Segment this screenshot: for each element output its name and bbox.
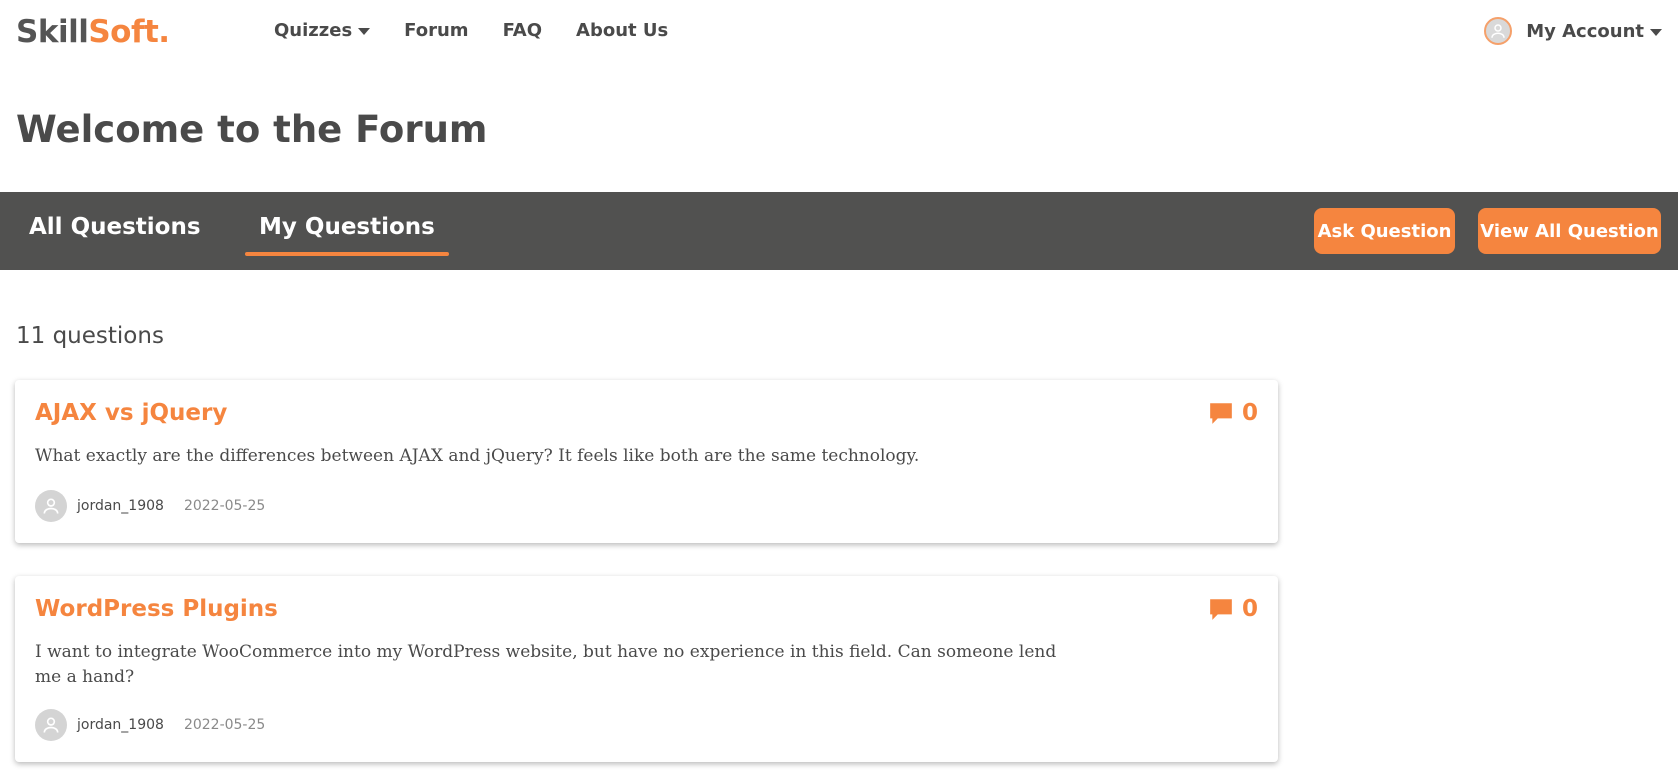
question-card[interactable]: WordPress Plugins 0 I want to integrate … <box>15 576 1278 762</box>
page-title: Welcome to the Forum <box>16 108 488 151</box>
question-meta: jordan_1908 2022-05-25 <box>35 490 265 522</box>
nav-item-forum[interactable]: Forum <box>404 20 468 41</box>
nav-item-label: FAQ <box>502 20 543 41</box>
author-avatar-icon <box>35 490 67 522</box>
tab-my-questions[interactable]: My Questions <box>245 214 449 256</box>
comment-count-value: 0 <box>1241 400 1258 426</box>
nav-item-label: Forum <box>404 20 469 41</box>
comment-count-value: 0 <box>1241 596 1258 622</box>
question-date: 2022-05-25 <box>183 717 266 733</box>
question-title[interactable]: AJAX vs jQuery <box>35 400 227 426</box>
question-title[interactable]: WordPress Plugins <box>35 596 278 622</box>
question-count: 11 questions <box>16 323 164 349</box>
comment-count: 0 <box>1208 596 1258 622</box>
author-username[interactable]: jordan_1908 <box>77 717 164 733</box>
question-body: I want to integrate WooCommerce into my … <box>35 642 1057 687</box>
comment-icon <box>1210 403 1232 424</box>
tab-all-questions[interactable]: All Questions <box>29 214 201 240</box>
nav-item-label: About Us <box>576 20 669 41</box>
author-username[interactable]: jordan_1908 <box>77 498 164 514</box>
forum-tabbar: All Questions My Questions Ask Question … <box>0 192 1678 270</box>
comment-count: 0 <box>1208 400 1258 426</box>
ask-question-button[interactable]: Ask Question <box>1314 208 1455 254</box>
author-avatar-icon <box>35 709 67 741</box>
brand-logo[interactable]: SkillSoft. <box>16 14 170 50</box>
nav-item-label: Quizzes <box>274 20 353 41</box>
account-menu[interactable]: My Account <box>1484 17 1662 45</box>
comment-icon <box>1210 599 1232 620</box>
main-nav: Quizzes Forum FAQ About Us <box>274 20 668 41</box>
question-card[interactable]: AJAX vs jQuery 0 What exactly are the di… <box>15 380 1278 543</box>
question-meta: jordan_1908 2022-05-25 <box>35 709 265 741</box>
top-navbar: SkillSoft. Quizzes Forum FAQ About Us My… <box>0 0 1678 66</box>
brand-logo-part2: Soft. <box>88 14 170 50</box>
nav-item-quizzes[interactable]: Quizzes <box>274 20 371 41</box>
question-body: What exactly are the differences between… <box>35 446 920 466</box>
brand-logo-part1: Skill <box>16 14 89 50</box>
account-label: My Account <box>1526 20 1644 42</box>
nav-item-faq[interactable]: FAQ <box>503 20 542 41</box>
view-all-question-button[interactable]: View All Question <box>1478 208 1661 254</box>
chevron-down-icon <box>358 28 371 35</box>
nav-item-about-us[interactable]: About Us <box>576 20 668 41</box>
user-avatar-icon <box>1484 17 1513 45</box>
chevron-down-icon <box>1650 28 1662 36</box>
question-date: 2022-05-25 <box>183 498 266 514</box>
